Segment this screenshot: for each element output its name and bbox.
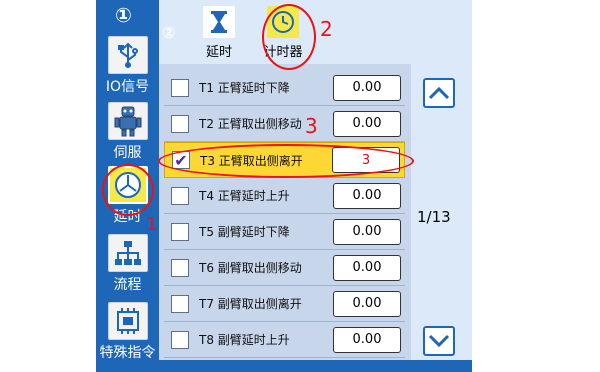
scroll-down-button[interactable] [423,326,455,356]
timer-checkbox[interactable] [171,330,189,349]
timer-row[interactable]: T5 副臂延时下降 0.00 [164,214,405,250]
hourglass-icon [203,6,235,38]
timer-label: T5 副臂延时下降 [199,225,290,239]
timer-label: T2 正臂取出侧移动 [199,117,302,131]
timer-checkbox[interactable] [171,78,189,97]
timer-row[interactable]: T7 副臂取出侧离开 0.00 [164,286,405,322]
sidebar-item-label: 伺服 [113,145,142,161]
annotation-number-2: 2 [320,17,333,41]
sidebar-item-label: 流程 [113,277,142,293]
sidebar-item-special-command[interactable]: 特殊指令 [99,302,156,362]
timer-label: T1 正臂延时下降 [199,81,290,95]
timer-checkbox[interactable] [171,294,189,313]
timer-value-field[interactable]: 0.00 [333,326,401,353]
timer-label: T4 正臂延时上升 [199,189,290,203]
timer-row[interactable]: T2 正臂取出侧移动 0.00 [164,106,405,142]
chip-icon [107,302,148,340]
step-marker-2: ② [162,23,176,42]
annotation-circle-1 [102,164,154,216]
page-indicator: 1/13 [417,208,451,226]
timer-value-field[interactable]: 0.00 [333,290,401,317]
timer-label: T8 副臂延时上升 [199,333,290,347]
timer-checkbox[interactable] [171,114,189,133]
step-marker-1: ① [115,3,132,27]
annotation-number-1: 1 [146,214,158,235]
flowchart-icon [107,234,148,272]
sidebar-item-servo[interactable]: 伺服 [99,102,156,162]
timer-row[interactable]: T4 正臂延时上升 0.00 [164,178,405,214]
annotation-ellipse-3 [158,144,414,178]
timer-value-field[interactable]: 0.00 [333,182,401,209]
tab-delay[interactable]: 延时 [197,0,241,62]
scroll-up-button[interactable] [423,78,455,108]
timer-value-field[interactable]: 0.00 [333,254,401,281]
tab-label: 延时 [205,45,232,60]
timer-value-field[interactable]: 0.00 [333,218,401,245]
pager-panel: 1/13 [411,64,472,360]
timer-value-field[interactable]: 0.00 [333,74,401,101]
timer-value-field[interactable]: 0.00 [333,110,401,137]
usb-icon [107,36,148,74]
chevron-up-icon [428,86,450,100]
timer-row[interactable]: T8 副臂延时上升 0.00 [164,322,405,358]
timer-checkbox[interactable] [171,258,189,277]
robot-icon [107,102,148,140]
sidebar-item-label: IO信号 [105,79,150,95]
timer-label: T6 副臂取出侧移动 [199,261,302,275]
timer-checkbox[interactable] [171,186,189,205]
sidebar-item-io-signal[interactable]: IO信号 [99,36,156,96]
annotation-circle-2 [262,4,316,70]
timer-list: T1 正臂延时下降 0.00 T2 正臂取出侧移动 0.00 ✔ T3 正臂取出… [159,64,411,360]
sidebar-item-label: 特殊指令 [99,345,156,361]
timer-checkbox[interactable] [171,222,189,241]
timer-row[interactable]: T1 正臂延时下降 0.00 [164,70,405,106]
chevron-down-icon [428,334,450,348]
timer-label: T7 副臂取出侧离开 [199,297,302,311]
timer-row[interactable]: T6 副臂取出侧移动 0.00 [164,250,405,286]
annotation-number-3: 3 [305,114,318,138]
sidebar-item-flow[interactable]: 流程 [99,234,156,294]
